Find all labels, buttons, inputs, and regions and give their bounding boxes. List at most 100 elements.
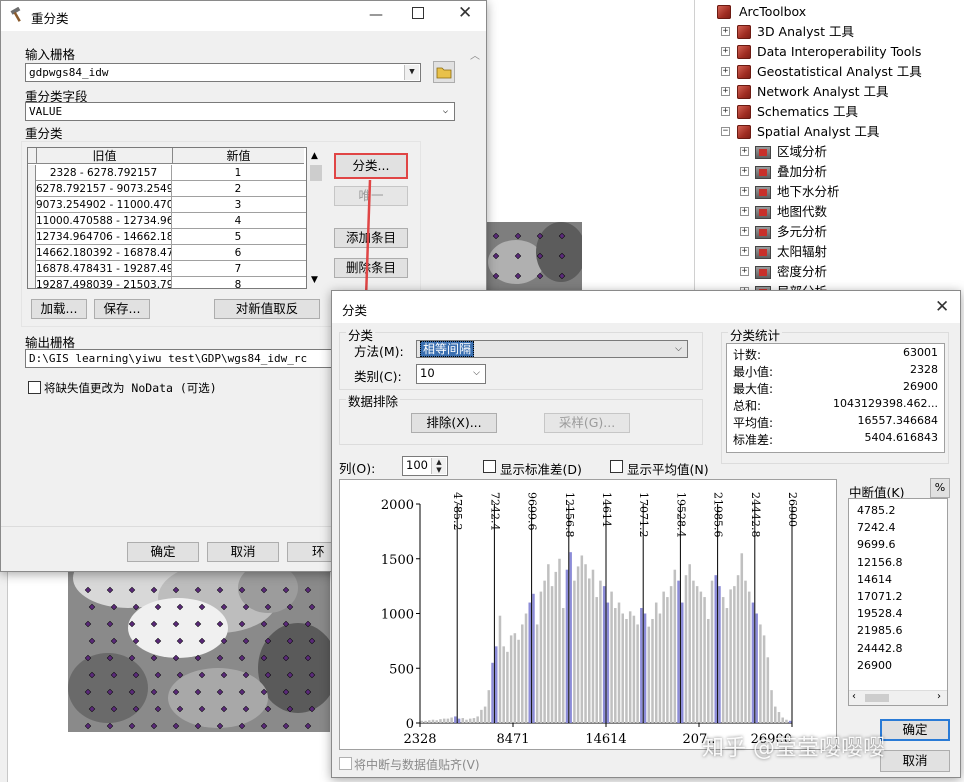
- chevron-down-icon[interactable]: ▼: [404, 65, 419, 80]
- save-button[interactable]: 保存...: [94, 299, 150, 319]
- classes-dropdown[interactable]: 10 ⌵: [416, 364, 486, 384]
- toolset-item[interactable]: + Schematics 工具: [695, 102, 963, 122]
- old-value-cell[interactable]: 14662.180392 - 16878.478: [36, 245, 172, 261]
- ok-button[interactable]: 确定: [880, 719, 950, 741]
- toolset-subitem[interactable]: + 叠加分析: [695, 162, 963, 182]
- snap-checkbox[interactable]: [339, 757, 352, 770]
- expander-icon[interactable]: +: [721, 107, 730, 116]
- table-row[interactable]: 2328 - 6278.792157 1: [28, 165, 306, 181]
- toolset-subitem[interactable]: + 多元分析: [695, 222, 963, 242]
- break-value-item[interactable]: 17071.2: [857, 588, 903, 605]
- expand-icon[interactable]: +: [740, 227, 749, 236]
- minimize-icon[interactable]: —: [369, 7, 383, 23]
- hscrollbar[interactable]: ‹ ›: [849, 690, 947, 705]
- cancel-button[interactable]: 取消: [880, 750, 950, 772]
- row-header[interactable]: [28, 245, 36, 261]
- table-row[interactable]: 14662.180392 - 16878.478 6: [28, 245, 306, 261]
- row-header[interactable]: [28, 261, 36, 277]
- scroll-up-icon[interactable]: ︿: [470, 47, 480, 62]
- break-value-item[interactable]: 9699.6: [857, 536, 896, 553]
- old-value-cell[interactable]: 19287.498039 - 21503.796: [36, 277, 172, 288]
- scroll-right-icon[interactable]: ›: [937, 691, 941, 702]
- row-header[interactable]: [28, 181, 36, 197]
- expand-icon[interactable]: +: [740, 167, 749, 176]
- expander-icon[interactable]: −: [721, 127, 730, 136]
- scroll-thumb[interactable]: [310, 165, 322, 181]
- table-row[interactable]: 16878.478431 - 19287.498 7: [28, 261, 306, 277]
- new-value-cell[interactable]: 3: [172, 197, 304, 213]
- toolset-item[interactable]: − Spatial Analyst 工具: [695, 122, 963, 142]
- col-old-header[interactable]: 旧值: [36, 148, 172, 164]
- toolset-subitem[interactable]: + 区域分析: [695, 142, 963, 162]
- table-row[interactable]: 11000.470588 - 12734.964 4: [28, 213, 306, 229]
- toolset-item[interactable]: + Data Interoperability Tools: [695, 42, 963, 62]
- spinner-arrows-icon[interactable]: ▲ ▼: [431, 458, 446, 474]
- expand-icon[interactable]: +: [740, 267, 749, 276]
- row-header[interactable]: [28, 165, 36, 181]
- ok-button[interactable]: 确定: [127, 542, 199, 562]
- new-value-cell[interactable]: 6: [172, 245, 304, 261]
- scroll-left-icon[interactable]: ‹: [852, 691, 856, 702]
- scroll-up-icon[interactable]: ▲: [311, 151, 318, 161]
- reclass-table[interactable]: 旧值 新值 2328 - 6278.792157 1 6278.792157 - 9…: [27, 147, 307, 289]
- expand-icon[interactable]: +: [740, 247, 749, 256]
- break-value-item[interactable]: 26900: [857, 657, 892, 674]
- toolset-subitem[interactable]: + 地图代数: [695, 202, 963, 222]
- open-folder-button[interactable]: [433, 61, 455, 83]
- input-raster-dropdown[interactable]: gdpwgs84_idw ▼: [25, 63, 421, 82]
- toolset-item[interactable]: +3D Analyst 工具: [695, 22, 963, 42]
- break-value-item[interactable]: 21985.6: [857, 622, 903, 639]
- old-value-cell[interactable]: 6278.792157 - 9073.25490: [36, 181, 172, 197]
- break-value-item[interactable]: 19528.4: [857, 605, 903, 622]
- old-value-cell[interactable]: 12734.964706 - 14662.180: [36, 229, 172, 245]
- reclass-field-dropdown[interactable]: VALUE ⌵: [25, 102, 455, 121]
- close-icon[interactable]: ✕: [458, 3, 472, 23]
- break-value-item[interactable]: 14614: [857, 571, 892, 588]
- exclusion-button[interactable]: 排除(X)...: [411, 413, 497, 433]
- expander-icon[interactable]: +: [721, 87, 730, 96]
- break-value-item[interactable]: 12156.8: [857, 554, 903, 571]
- scroll-thumb[interactable]: [865, 694, 889, 702]
- sampling-button[interactable]: 采样(G)...: [544, 413, 630, 433]
- table-scrollbar[interactable]: ▲ ▼: [309, 151, 323, 287]
- row-header[interactable]: [28, 277, 36, 288]
- histogram-chart[interactable]: 0 500 1000 1500 2000 4785.2 7242.4 9699.6 12156…: [339, 479, 837, 750]
- expander-icon[interactable]: +: [721, 47, 730, 56]
- toolset-subitem[interactable]: + 地下水分析: [695, 182, 963, 202]
- row-header[interactable]: [28, 197, 36, 213]
- chevron-down-icon[interactable]: ⌵: [438, 104, 453, 119]
- chevron-down-icon[interactable]: ⌵: [671, 342, 686, 356]
- table-row[interactable]: 6278.792157 - 9073.25490 2: [28, 181, 306, 197]
- toolset-subitem[interactable]: + 太阳辐射: [695, 242, 963, 262]
- break-value-item[interactable]: 24442.8: [857, 640, 903, 657]
- break-value-item[interactable]: 7242.4: [857, 519, 896, 536]
- toolset-item[interactable]: + Geostatistical Analyst 工具: [695, 62, 963, 82]
- expand-icon[interactable]: +: [740, 187, 749, 196]
- old-value-cell[interactable]: 16878.478431 - 19287.498: [36, 261, 172, 277]
- break-values-list[interactable]: 4785.2 7242.4 9699.6 12156.8 14614 17071.2 195…: [848, 498, 948, 706]
- expand-icon[interactable]: +: [740, 147, 749, 156]
- cancel-button[interactable]: 取消: [207, 542, 279, 562]
- expand-icon[interactable]: +: [740, 207, 749, 216]
- maximize-icon[interactable]: [412, 7, 424, 19]
- columns-spinner[interactable]: 100 ▲ ▼: [402, 456, 448, 476]
- output-raster-field[interactable]: D:\GIS learning\yiwu test\GDP\wgs84_idw_…: [25, 349, 335, 368]
- new-value-cell[interactable]: 2: [172, 181, 304, 197]
- nodata-checkbox[interactable]: [28, 381, 41, 394]
- scroll-down-icon[interactable]: ▼: [311, 275, 318, 285]
- reverse-new-values-button[interactable]: 对新值取反: [214, 299, 320, 319]
- new-value-cell[interactable]: 7: [172, 261, 304, 277]
- row-header[interactable]: [28, 229, 36, 245]
- new-value-cell[interactable]: 1: [172, 165, 304, 181]
- table-row[interactable]: 12734.964706 - 14662.180 5: [28, 229, 306, 245]
- new-value-cell[interactable]: 8: [172, 277, 304, 288]
- old-value-cell[interactable]: 9073.254902 - 11000.4705: [36, 197, 172, 213]
- old-value-cell[interactable]: 2328 - 6278.792157: [36, 165, 172, 181]
- row-header[interactable]: [28, 213, 36, 229]
- new-value-cell[interactable]: 4: [172, 213, 304, 229]
- show-mean-checkbox[interactable]: [610, 460, 623, 473]
- toolset-subitem[interactable]: + 密度分析: [695, 262, 963, 282]
- expander-icon[interactable]: +: [721, 27, 730, 36]
- close-icon[interactable]: ✕: [935, 297, 949, 317]
- table-row[interactable]: 19287.498039 - 21503.796 8: [28, 277, 306, 288]
